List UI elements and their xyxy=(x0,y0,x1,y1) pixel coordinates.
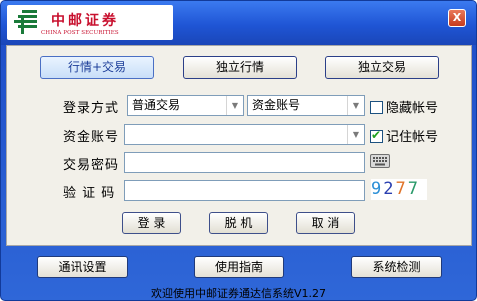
footer-welcome-text: 欢迎使用中邮证券通达信系统V1.27 xyxy=(150,287,327,300)
chevron-down-icon[interactable]: ▼ xyxy=(347,96,364,115)
comm-settings-button[interactable]: 通讯设置 xyxy=(37,256,128,278)
check-icon: ✔ xyxy=(371,128,382,142)
soft-keyboard-icon[interactable] xyxy=(370,154,390,168)
password-label: 交易密码 xyxy=(63,158,120,173)
captcha-char: 7 xyxy=(395,179,408,199)
remember-account-label: 记住帐号 xyxy=(386,130,439,145)
brand-name-english: CHINA POST SECURITIES xyxy=(41,30,119,36)
login-button[interactable]: 登 录 xyxy=(122,212,181,234)
captcha-char: 2 xyxy=(383,179,396,199)
checkbox-box[interactable]: ✔ xyxy=(370,128,383,143)
remember-account-checkbox[interactable]: ✔ 记住帐号 xyxy=(370,126,439,145)
hide-account-checkbox[interactable]: 隐藏帐号 xyxy=(370,97,439,116)
user-guide-button[interactable]: 使用指南 xyxy=(194,256,284,278)
login-mode-select[interactable]: 普通交易 ▼ xyxy=(127,95,244,116)
chevron-down-icon[interactable]: ▼ xyxy=(347,125,364,144)
tab-quote-only[interactable]: 独立行情 xyxy=(183,56,297,79)
tab-quote-and-trade[interactable]: 行情+交易 xyxy=(40,56,154,79)
login-panel: 行情+交易 独立行情 独立交易 登录方式 普通交易 ▼ 资金账号 ▼ 隐藏帐号 … xyxy=(6,45,472,246)
login-window: 中邮证券 CHINA POST SECURITIES X 行情+交易 独立行情 … xyxy=(0,0,477,301)
tab-trade-only[interactable]: 独立交易 xyxy=(325,56,439,79)
account-label: 资金账号 xyxy=(63,130,120,145)
captcha-label: 验 证 码 xyxy=(63,186,116,201)
login-mode-label: 登录方式 xyxy=(63,101,120,116)
brand-logo: 中邮证券 CHINA POST SECURITIES xyxy=(7,5,173,40)
captcha-char: 9 xyxy=(371,179,384,199)
captcha-image[interactable]: 9277 xyxy=(371,179,427,200)
close-button[interactable]: X xyxy=(448,9,466,27)
offline-button[interactable]: 脱 机 xyxy=(209,212,268,234)
captcha-input[interactable] xyxy=(124,180,365,201)
china-post-logo-icon xyxy=(14,10,37,34)
system-check-button[interactable]: 系统检测 xyxy=(351,256,442,278)
password-input[interactable] xyxy=(124,152,365,173)
title-bar: 中邮证券 CHINA POST SECURITIES X xyxy=(1,1,476,45)
login-mode-value: 普通交易 xyxy=(132,98,181,112)
chevron-down-icon[interactable]: ▼ xyxy=(226,96,243,115)
account-type-value: 资金账号 xyxy=(252,98,301,112)
account-input[interactable]: ▼ xyxy=(124,124,365,145)
account-type-select[interactable]: 资金账号 ▼ xyxy=(247,95,365,116)
cancel-button[interactable]: 取 消 xyxy=(296,212,355,234)
hide-account-label: 隐藏帐号 xyxy=(386,101,439,116)
brand-name-chinese: 中邮证券 xyxy=(51,13,119,29)
captcha-char: 7 xyxy=(407,179,420,199)
checkbox-box[interactable] xyxy=(370,101,383,114)
